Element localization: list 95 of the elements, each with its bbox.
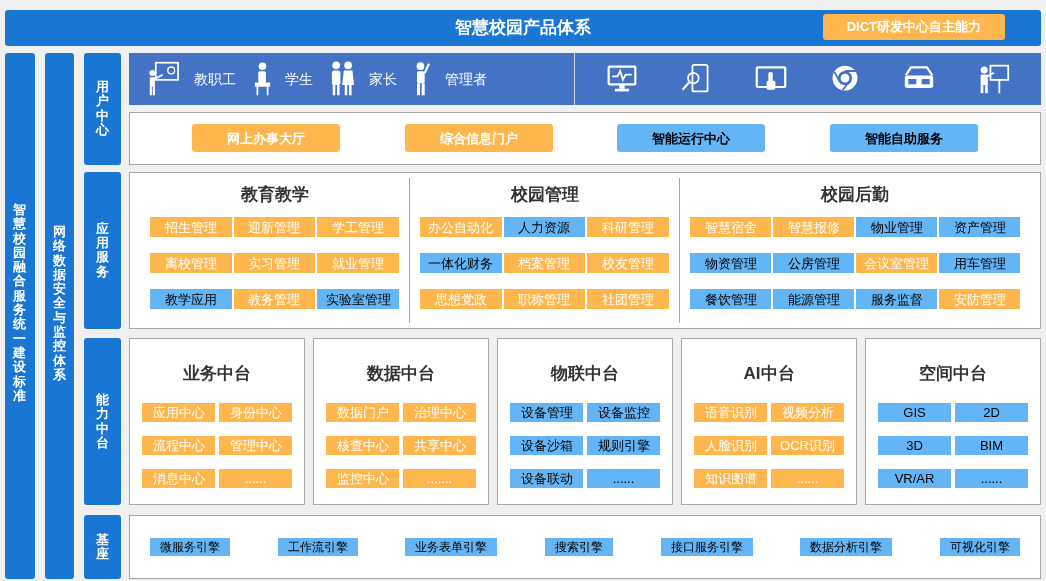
tile: 招生管理 — [150, 217, 232, 238]
group-title: 教育教学 — [240, 183, 309, 206]
tile: 办公自动化 — [420, 217, 502, 238]
tile: 流程中心 — [142, 436, 215, 456]
portal-tile: 智能自助服务 — [829, 124, 978, 153]
tile: 管理中心 — [219, 436, 292, 456]
page-title: 智慧校园产品体系 — [455, 17, 591, 40]
tile: 视频分析 — [771, 403, 844, 423]
tile: 能源管理 — [773, 289, 854, 310]
tile: 一体化财务 — [420, 253, 502, 274]
tile: 实验室管理 — [317, 289, 399, 310]
tile: GIS — [878, 403, 951, 423]
tile: 公房管理 — [773, 253, 854, 274]
role-label: 家长 — [369, 69, 397, 89]
tile: 应用中心 — [142, 403, 215, 423]
tile: ....... — [403, 469, 476, 489]
tile: 人脸识别 — [694, 436, 767, 456]
tile: VR/AR — [878, 469, 951, 489]
portal-tile: 智能运行中心 — [617, 124, 766, 153]
tile: 2D — [955, 403, 1028, 423]
tile: 学工管理 — [317, 217, 399, 238]
section-label: 用户中心 — [84, 53, 121, 165]
tile: BIM — [955, 436, 1028, 456]
tile: 实习管理 — [233, 253, 316, 274]
portal-tile: 综合信息门户 — [404, 124, 553, 153]
tile: 物业管理 — [856, 217, 937, 238]
side-label: 网络数据安全与监控体系 — [44, 53, 74, 579]
tile: 设备沙箱 — [510, 436, 583, 456]
tile: 用车管理 — [939, 253, 1020, 274]
platform-title: 物联中台 — [551, 362, 619, 385]
person-icon — [331, 61, 355, 97]
section-label: 基座 — [84, 515, 121, 579]
side-label: 智慧校园融合服务统一建设标准 — [5, 53, 35, 579]
tile: 设备联动 — [510, 469, 583, 489]
tile: 迎新管理 — [233, 217, 316, 238]
engine-tile: 微服务引擎 — [150, 538, 230, 557]
tile: 核查中心 — [326, 436, 399, 456]
role-label: 学生 — [285, 69, 313, 89]
tile: ...... — [587, 469, 660, 489]
tile: 消息中心 — [142, 469, 215, 489]
platform-title: 数据中台 — [367, 362, 435, 385]
tile: 数据门户 — [326, 403, 399, 423]
tile: OCR识别 — [771, 436, 844, 456]
platform-title: 业务中台 — [183, 362, 251, 385]
engine-tile: 业务表单引擎 — [405, 538, 498, 557]
tile: 会议室管理 — [856, 253, 937, 274]
tile: 3D — [878, 436, 951, 456]
tile: 智慧报修 — [773, 217, 854, 238]
tile: 安防管理 — [939, 289, 1020, 310]
badge: DICT研发中心自主能力 — [822, 14, 1005, 40]
tile: 档案管理 — [503, 253, 586, 274]
tile: 知识图谱 — [694, 469, 767, 489]
person-icon — [415, 61, 431, 97]
tile: 社团管理 — [587, 289, 669, 310]
tile: 科研管理 — [587, 217, 669, 238]
tile: 设备管理 — [510, 403, 583, 423]
engine-tile: 工作流引擎 — [277, 538, 358, 557]
tile: ...... — [219, 469, 292, 489]
tile: 智慧宿舍 — [690, 217, 771, 238]
tile: 教学应用 — [150, 289, 232, 310]
group-title: 校园后勤 — [821, 183, 889, 206]
tile: 校友管理 — [587, 253, 669, 274]
tile: 离校管理 — [150, 253, 232, 274]
engine-tile: 可视化引擎 — [939, 538, 1020, 557]
tile: 教务管理 — [233, 289, 316, 310]
section-label: 应用服务 — [84, 171, 121, 329]
tile: ...... — [771, 469, 844, 489]
portal-tile: 网上办事大厅 — [192, 124, 341, 153]
tile: 餐饮管理 — [690, 289, 771, 310]
person-icon — [254, 61, 271, 97]
engine-tile: 数据分析引擎 — [800, 538, 893, 557]
tile: 人力资源 — [503, 217, 586, 238]
person-icon — [147, 61, 180, 97]
tile: 职称管理 — [503, 289, 586, 310]
tile: 资产管理 — [939, 217, 1020, 238]
tile: ...... — [955, 469, 1028, 489]
platform-title: 空间中台 — [919, 362, 987, 385]
section-label: 能力中台 — [84, 337, 121, 506]
group-title: 校园管理 — [510, 183, 579, 206]
tile: 规则引擎 — [587, 436, 660, 456]
tile: 物资管理 — [690, 253, 771, 274]
tile: 思想党政 — [420, 289, 502, 310]
tile: 语音识别 — [694, 403, 767, 423]
engine-tile: 搜索引擎 — [544, 538, 613, 557]
tile: 共享中心 — [403, 436, 476, 456]
role-label: 教职工 — [194, 69, 236, 89]
platform-title: AI中台 — [743, 362, 795, 385]
tile: 治理中心 — [403, 403, 476, 423]
tile: 服务监督 — [856, 289, 937, 310]
tile: 就业管理 — [317, 253, 399, 274]
tile: 设备监控 — [587, 403, 660, 423]
tile: 身份中心 — [219, 403, 292, 423]
tile: 监控中心 — [326, 469, 399, 489]
engine-tile: 接口服务引擎 — [660, 538, 753, 557]
role-label: 管理者 — [445, 69, 487, 89]
